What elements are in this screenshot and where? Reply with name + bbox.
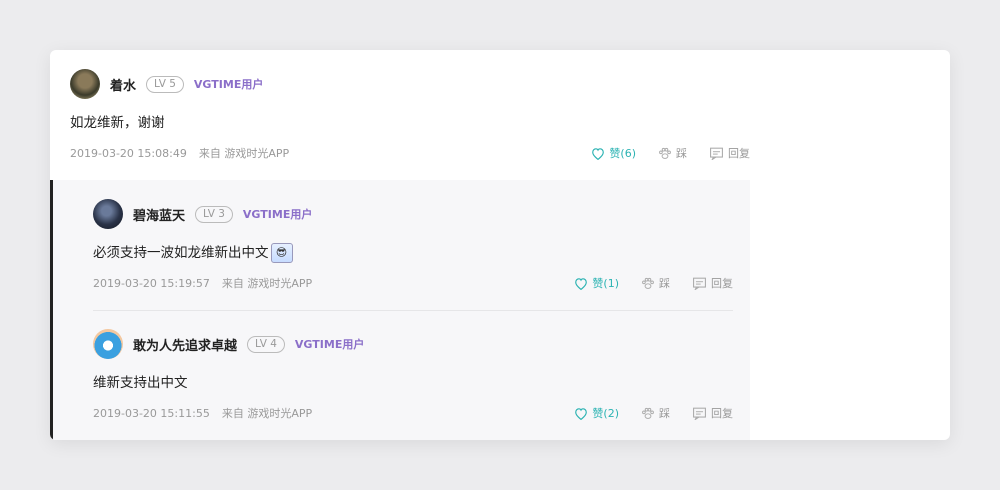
reply-icon xyxy=(693,407,706,420)
dislike-button[interactable]: 踩 xyxy=(658,145,687,161)
dislike-button[interactable]: 踩 xyxy=(641,275,670,291)
reply-text: 必须支持一波如龙维新出中文 xyxy=(93,245,269,261)
reply-label: 回复 xyxy=(711,277,733,290)
dislike-label: 踩 xyxy=(659,277,670,290)
level-badge: LV 3 xyxy=(195,205,233,223)
source-label: 来自 游戏时光APP xyxy=(221,277,313,290)
reply-text: 维新支持出中文 xyxy=(93,375,188,391)
comment-meta: 2019-03-20 15:08:49 来自 游戏时光APP 赞(6) 踩 回复 xyxy=(70,144,750,162)
paw-icon xyxy=(642,277,654,289)
emoji-sticker-icon: 😎 xyxy=(270,243,293,263)
dislike-label: 踩 xyxy=(659,407,670,420)
paw-icon xyxy=(659,147,671,159)
username[interactable]: 碧海蓝天 xyxy=(133,205,185,224)
timestamp: 2019-03-20 15:19:57 xyxy=(93,276,210,290)
like-label: 赞(2) xyxy=(592,407,619,420)
reply-item: 敢为人先追求卓越 LV 4 VGTIME用户 维新支持出中文 2019-03-2… xyxy=(93,328,733,438)
avatar[interactable] xyxy=(93,199,123,229)
like-label: 赞(6) xyxy=(609,147,636,160)
paw-icon xyxy=(642,407,654,419)
comment-actions: 赞(1) 踩 回复 xyxy=(552,274,733,292)
dislike-label: 踩 xyxy=(676,147,687,160)
reply-icon xyxy=(710,147,723,160)
avatar[interactable] xyxy=(70,69,100,99)
timestamp: 2019-03-20 15:08:49 xyxy=(70,146,187,160)
reply-button[interactable]: 回复 xyxy=(692,275,733,291)
reply-button[interactable]: 回复 xyxy=(692,405,733,421)
user-row: 碧海蓝天 LV 3 VGTIME用户 xyxy=(93,198,733,230)
comment-actions: 赞(2) 踩 回复 xyxy=(552,404,733,422)
level-badge: LV 5 xyxy=(146,75,184,93)
user-type-badge: VGTIME用户 xyxy=(242,208,313,221)
user-row: 敢为人先追求卓越 LV 4 VGTIME用户 xyxy=(93,328,733,360)
divider xyxy=(93,310,733,311)
heart-icon xyxy=(575,407,588,420)
comment-meta: 2019-03-20 15:19:57 来自 游戏时光APP 赞(1) 踩 回复 xyxy=(93,274,733,292)
timestamp: 2019-03-20 15:11:55 xyxy=(93,406,210,420)
heart-icon xyxy=(592,147,605,160)
source-label: 来自 游戏时光APP xyxy=(221,407,313,420)
user-type-badge: VGTIME用户 xyxy=(294,338,365,351)
dislike-button[interactable]: 踩 xyxy=(641,405,670,421)
comment-card: 着水 LV 5 VGTIME用户 如龙维新，谢谢 2019-03-20 15:0… xyxy=(50,50,950,440)
username[interactable]: 敢为人先追求卓越 xyxy=(133,335,237,354)
comment-meta: 2019-03-20 15:11:55 来自 游戏时光APP 赞(2) 踩 回复 xyxy=(93,404,733,422)
like-button[interactable]: 赞(1) xyxy=(574,275,619,291)
reply-item: 碧海蓝天 LV 3 VGTIME用户 必须支持一波如龙维新出中文 😎 2019-… xyxy=(93,198,733,308)
like-button[interactable]: 赞(6) xyxy=(591,145,636,161)
main-comment: 着水 LV 5 VGTIME用户 如龙维新，谢谢 2019-03-20 15:0… xyxy=(70,68,750,180)
comment-actions: 赞(6) 踩 回复 xyxy=(569,144,750,162)
username[interactable]: 着水 xyxy=(110,75,136,94)
user-type-badge: VGTIME用户 xyxy=(193,78,264,91)
reply-label: 回复 xyxy=(711,407,733,420)
reply-icon xyxy=(693,277,706,290)
reply-button[interactable]: 回复 xyxy=(709,145,750,161)
source-label: 来自 游戏时光APP xyxy=(198,147,290,160)
like-label: 赞(1) xyxy=(592,277,619,290)
level-badge: LV 4 xyxy=(247,335,285,353)
avatar[interactable] xyxy=(93,329,123,359)
replies-section: 碧海蓝天 LV 3 VGTIME用户 必须支持一波如龙维新出中文 😎 2019-… xyxy=(50,180,750,440)
reply-text-row: 必须支持一波如龙维新出中文 😎 xyxy=(93,242,733,264)
user-row: 着水 LV 5 VGTIME用户 xyxy=(70,68,750,100)
like-button[interactable]: 赞(2) xyxy=(574,405,619,421)
comment-text: 如龙维新，谢谢 xyxy=(70,115,165,131)
heart-icon xyxy=(575,277,588,290)
reply-label: 回复 xyxy=(728,147,750,160)
